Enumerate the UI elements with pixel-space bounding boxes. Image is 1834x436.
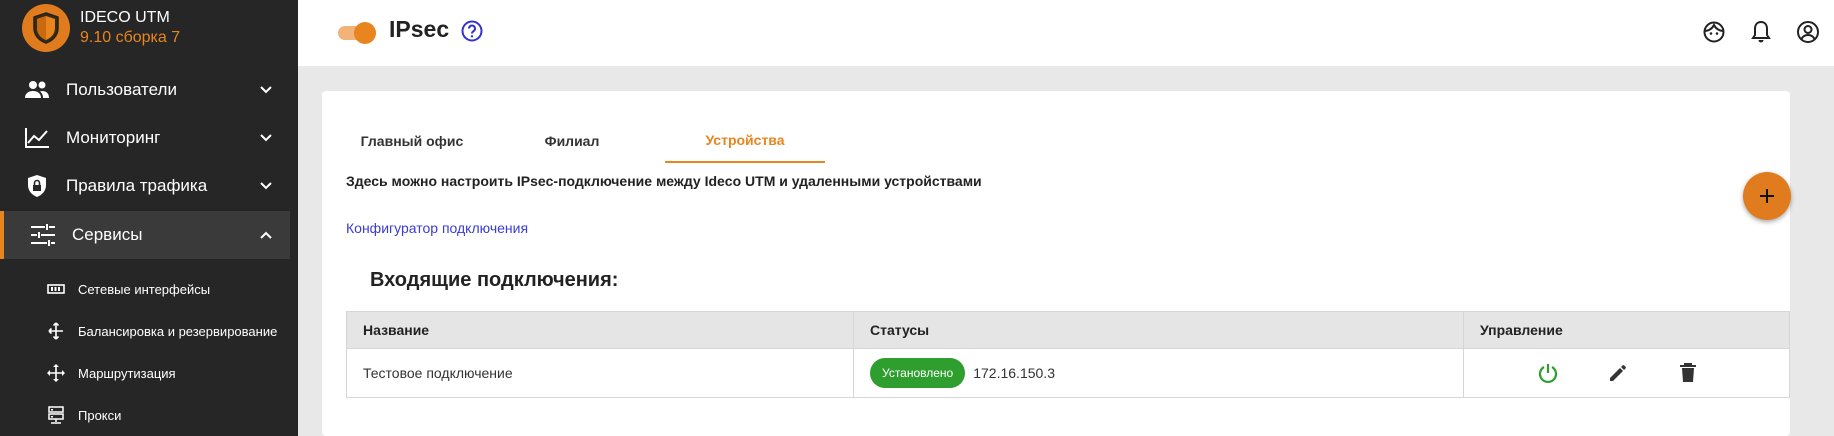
brand[interactable]: IDECO UTM 9.10 сборка 7 — [0, 0, 298, 56]
sidebar: IDECO UTM 9.10 сборка 7 Пользователи Мон… — [0, 0, 298, 436]
section-title: Входящие подключения: — [370, 269, 619, 291]
account-icon[interactable] — [1795, 19, 1821, 45]
tab-devices[interactable]: Устройства — [665, 119, 825, 163]
sidebar-subitem-label: Балансировка и резервирование — [78, 323, 278, 339]
trash-icon[interactable] — [1676, 361, 1700, 385]
column-header-name: Название — [347, 312, 854, 348]
connections-table: Название Статусы Управление Тестовое под… — [346, 311, 1790, 398]
top-header: IPsec — [298, 0, 1834, 66]
server-icon — [46, 405, 66, 425]
page-title: IPsec — [389, 16, 450, 42]
tab-main-office[interactable]: Главный офис — [342, 119, 482, 163]
chevron-down-icon — [256, 176, 276, 196]
bell-icon[interactable] — [1748, 19, 1774, 45]
description-text: Здесь можно настроить IPsec-подключение … — [346, 173, 982, 189]
sidebar-item-services[interactable]: Сервисы — [0, 211, 290, 259]
sidebar-item-label: Правила трафика — [66, 176, 208, 195]
connection-actions-cell — [1464, 349, 1789, 397]
status-badge: Установлено — [870, 358, 966, 388]
ipsec-enable-toggle[interactable] — [338, 21, 376, 44]
arrows-split-icon — [46, 321, 66, 341]
column-header-status: Статусы — [854, 312, 1464, 348]
chevron-up-icon — [256, 225, 276, 245]
sidebar-subitem-routing[interactable]: Маршрутизация — [0, 352, 290, 394]
sidebar-subitem-label: Сетевые интерфейсы — [78, 281, 211, 297]
power-icon[interactable] — [1536, 361, 1560, 385]
add-button[interactable] — [1743, 172, 1791, 220]
connection-ip: 172.16.150.3 — [973, 365, 1055, 381]
users-icon — [22, 77, 52, 103]
sidebar-subitem-balancing[interactable]: Балансировка и резервирование — [0, 310, 290, 352]
table-row: Тестовое подключение Установлено 172.16.… — [347, 349, 1789, 397]
shield-lock-icon — [22, 173, 52, 199]
plus-icon — [1760, 189, 1774, 203]
sidebar-subitem-label: Маршрутизация — [78, 365, 176, 381]
sidebar-item-monitoring[interactable]: Мониторинг — [0, 114, 290, 162]
sidebar-item-users[interactable]: Пользователи — [0, 66, 290, 114]
chart-line-icon — [22, 125, 52, 151]
arrows-move-icon — [46, 363, 66, 383]
support-face-icon[interactable] — [1701, 19, 1727, 45]
sidebar-item-label: Сервисы — [72, 225, 143, 244]
tune-icon — [28, 222, 58, 248]
sidebar-subitem-network-interfaces[interactable]: Сетевые интерфейсы — [0, 268, 290, 310]
tab-branch[interactable]: Филиал — [502, 119, 642, 163]
toggle-thumb — [354, 22, 376, 44]
logo-shield-icon — [22, 4, 70, 52]
sidebar-item-label: Пользователи — [66, 80, 177, 99]
main-card: Главный офис Филиал Устройства Здесь мож… — [322, 91, 1791, 436]
chevron-down-icon — [256, 80, 276, 100]
sidebar-item-traffic-rules[interactable]: Правила трафика — [0, 162, 290, 210]
connection-name: Тестовое подключение — [347, 349, 854, 397]
connection-status-cell: Установлено 172.16.150.3 — [854, 349, 1464, 397]
chevron-down-icon — [256, 128, 276, 148]
brand-name: IDECO UTM — [80, 9, 170, 26]
connection-configurator-link[interactable]: Конфигуратор подключения — [346, 220, 528, 236]
network-card-icon — [46, 279, 66, 299]
table-header: Название Статусы Управление — [347, 312, 1789, 349]
help-icon[interactable] — [461, 20, 483, 42]
column-header-actions: Управление — [1480, 322, 1563, 338]
edit-icon[interactable] — [1606, 361, 1630, 385]
sidebar-subitem-label: Прокси — [78, 407, 122, 423]
sidebar-subitem-proxy[interactable]: Прокси — [0, 394, 290, 436]
sidebar-item-label: Мониторинг — [66, 128, 161, 147]
brand-version: 9.10 сборка 7 — [80, 29, 181, 46]
